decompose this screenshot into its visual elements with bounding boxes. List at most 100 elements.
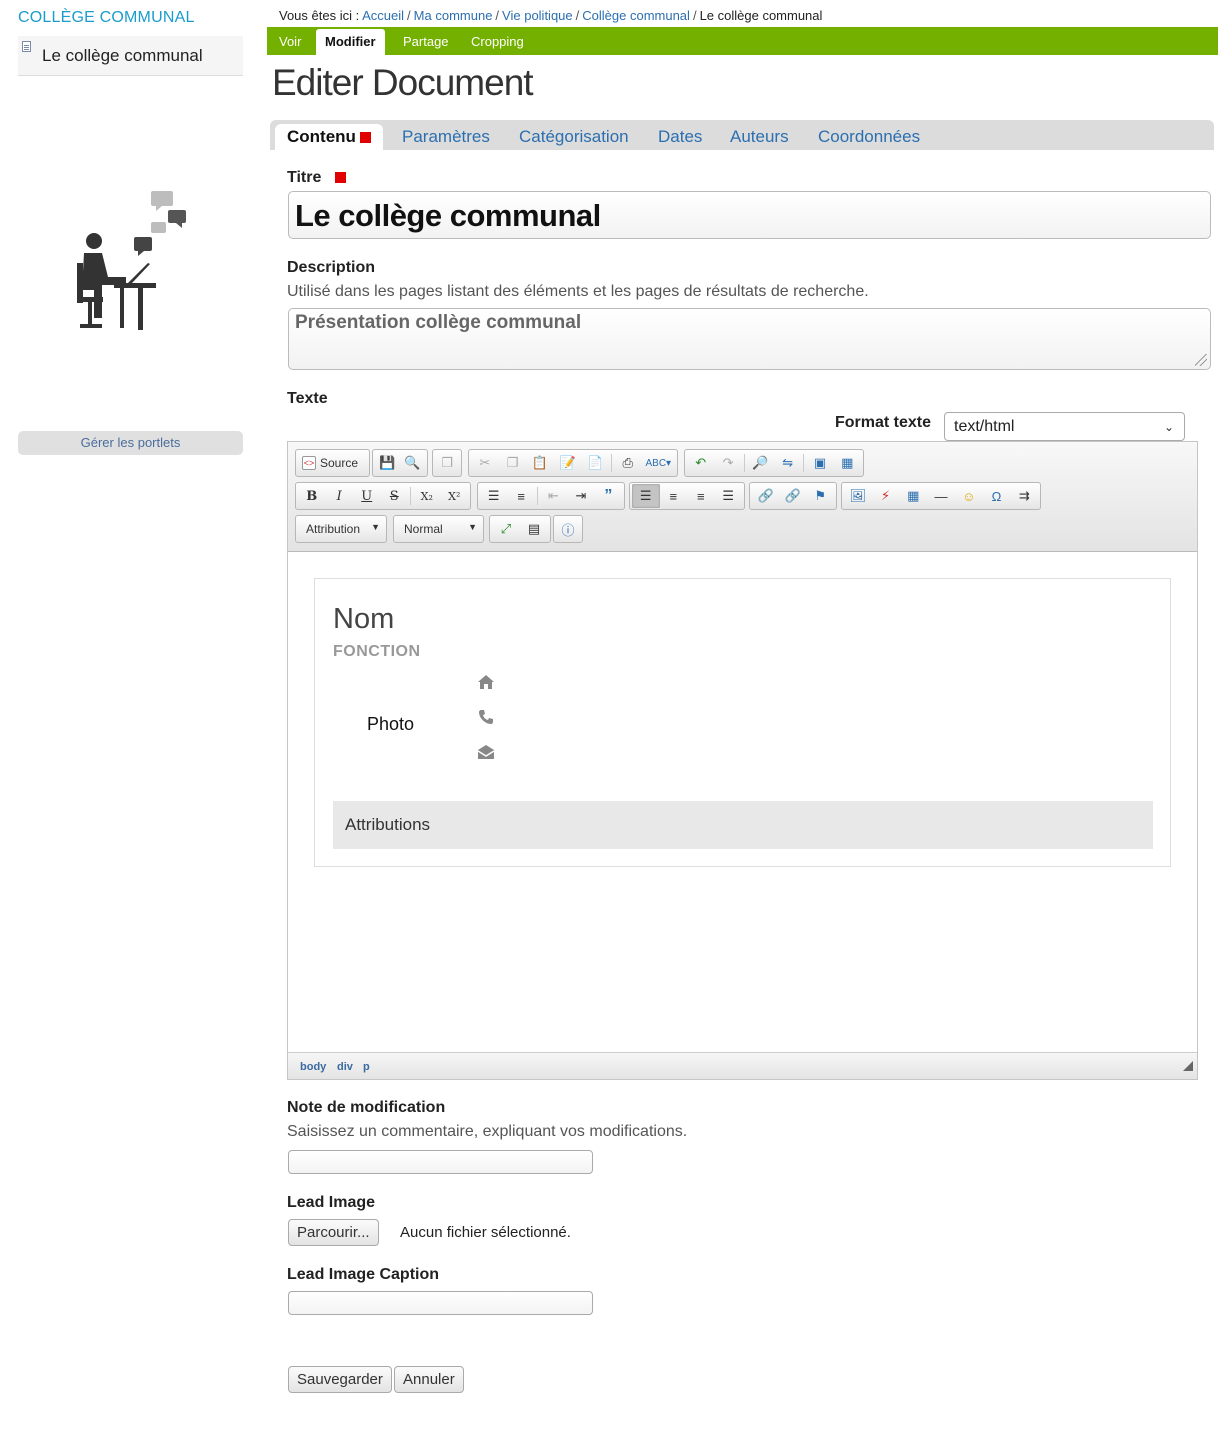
superscript-icon[interactable]: X² [440,484,468,508]
browse-file-button[interactable]: Parcourir... [288,1219,379,1246]
paste-text-icon[interactable]: 📝 [554,451,582,475]
cancel-button[interactable]: Annuler [394,1366,464,1393]
breadcrumb-prefix: Vous êtes ici : [279,8,360,23]
source-button[interactable]: <> Source [298,451,366,475]
elements-path-bar: body div p [288,1052,1197,1079]
description-textarea[interactable]: Présentation collège communal [288,308,1211,370]
toolbar-group-about: ⓘ [553,515,583,543]
save-button[interactable]: Sauvegarder [288,1366,392,1393]
tab-parametres[interactable]: Paramètres [402,120,490,150]
phone-icon [479,710,493,724]
templates-icon[interactable]: ❐ [435,451,459,475]
link-icon[interactable]: 🔗 [752,484,779,508]
align-left-icon[interactable]: ☰ [632,484,660,508]
smiley-icon[interactable]: ☺ [955,484,983,508]
format-combo[interactable]: Normal ▼ [393,515,484,543]
title-label: Titre [287,169,346,187]
toolbar-group-source: <> Source [295,449,370,477]
bold-icon[interactable]: B [298,484,326,508]
bulleted-list-icon[interactable]: ≡ [507,484,534,508]
lead-image-label: Lead Image [287,1194,376,1211]
save-icon[interactable]: 💾 [375,451,400,475]
description-value: Présentation collège communal [295,312,582,333]
remove-format-icon[interactable]: ▦ [834,451,861,475]
title-input[interactable]: Le collège communal [288,191,1211,239]
manage-portlets-button[interactable]: Gérer les portlets [18,431,243,455]
path-element-div[interactable]: div [337,1061,353,1073]
copy-icon[interactable]: ❐ [499,451,527,475]
blockquote-icon[interactable]: ” [595,484,622,508]
breadcrumb-current: Le collège communal [699,8,823,23]
format-label: Format texte [835,414,932,431]
breadcrumb-link-accueil[interactable]: Accueil [362,8,404,23]
align-center-icon[interactable]: ≡ [660,484,688,508]
toolbar-group-links: 🔗 🔗 ⚑ [749,482,837,510]
tab-contenu[interactable]: Contenu [275,124,383,150]
page-break-icon[interactable]: ⇉ [1010,484,1038,508]
outdent-icon[interactable]: ⇤ [540,484,567,508]
resize-grip-icon[interactable] [1195,354,1207,366]
style-combo[interactable]: Attribution ▼ [295,515,387,543]
change-note-input[interactable] [288,1150,593,1174]
cut-icon[interactable]: ✂ [471,451,499,475]
path-element-p[interactable]: p [363,1061,370,1073]
breadcrumb: Vous êtes ici : Accueil / Ma commune / Vie p… [279,8,822,23]
tab-coordonnees[interactable]: Coordonnées [818,120,920,150]
maximize-icon[interactable]: ⤢ [492,517,520,541]
toolbar-group-document: 💾 🔍 [372,449,428,477]
redo-icon[interactable]: ↷ [714,451,741,475]
path-element-body[interactable]: body [300,1061,326,1073]
numbered-list-icon[interactable]: ☰ [480,484,507,508]
tab-modifier[interactable]: Modifier [316,29,385,55]
portlet-item-current[interactable]: Le collège communal [18,36,243,76]
document-icon [22,41,31,52]
undo-icon[interactable]: ↶ [687,451,714,475]
underline-icon[interactable]: U [353,484,381,508]
breadcrumb-link-college-communal[interactable]: Collège communal [582,8,690,23]
find-icon[interactable]: 🔎 [747,451,774,475]
flash-icon[interactable]: ⚡ [872,484,900,508]
horizontal-rule-icon[interactable]: — [927,484,955,508]
special-char-icon[interactable]: Ω [983,484,1011,508]
subscript-icon[interactable]: X₂ [413,484,441,508]
toolbar-group-insert: 🖼 ⚡ ▦ — ☺ Ω ⇉ [841,482,1041,510]
required-marker [334,172,346,184]
envelope-icon [477,745,495,759]
breadcrumb-link-ma-commune[interactable]: Ma commune [414,8,493,23]
no-file-text: Aucun fichier sélectionné. [400,1224,571,1241]
paste-word-icon[interactable]: 📄 [581,451,609,475]
format-select[interactable]: text/html ⌄ [944,412,1185,441]
card-name: Nom [333,603,395,635]
strike-icon[interactable]: S [381,484,409,508]
preview-icon[interactable]: 🔍 [400,451,425,475]
anchor-icon[interactable]: ⚑ [807,484,834,508]
indent-icon[interactable]: ⇥ [567,484,594,508]
breadcrumb-link-vie-politique[interactable]: Vie politique [502,8,573,23]
paste-icon[interactable]: 📋 [526,451,554,475]
info-icon[interactable]: ⓘ [556,517,580,541]
select-all-icon[interactable]: ▣ [806,451,833,475]
editor-content-area[interactable]: Nom FONCTION Photo Attributions [288,552,1197,1052]
contact-card: Nom FONCTION Photo Attributions [314,578,1171,867]
align-justify-icon[interactable]: ☰ [715,484,743,508]
unlink-icon[interactable]: 🔗 [779,484,806,508]
table-icon[interactable]: ▦ [899,484,927,508]
tab-dates[interactable]: Dates [658,120,702,150]
portlet-title[interactable]: COLLÈGE COMMUNAL [18,9,195,27]
italic-icon[interactable]: I [326,484,354,508]
tab-partage[interactable]: Partage [394,27,458,55]
tab-auteurs[interactable]: Auteurs [730,120,789,150]
tab-contenu-label: Contenu [287,127,356,146]
tab-cropping[interactable]: Cropping [462,27,533,55]
spellcheck-icon[interactable]: ABC▾ [642,451,676,475]
print-icon[interactable]: ⎙ [614,451,642,475]
resize-handle-icon[interactable] [1183,1061,1193,1071]
lead-image-caption-input[interactable] [288,1291,593,1315]
toolbar-group-align: ☰ ≡ ≡ ☰ [629,482,745,510]
tab-voir[interactable]: Voir [270,27,310,55]
image-icon[interactable]: 🖼 [844,484,872,508]
show-blocks-icon[interactable]: ▤ [520,517,548,541]
replace-icon[interactable]: ⇋ [774,451,801,475]
align-right-icon[interactable]: ≡ [687,484,715,508]
tab-categorisation[interactable]: Catégorisation [519,120,629,150]
